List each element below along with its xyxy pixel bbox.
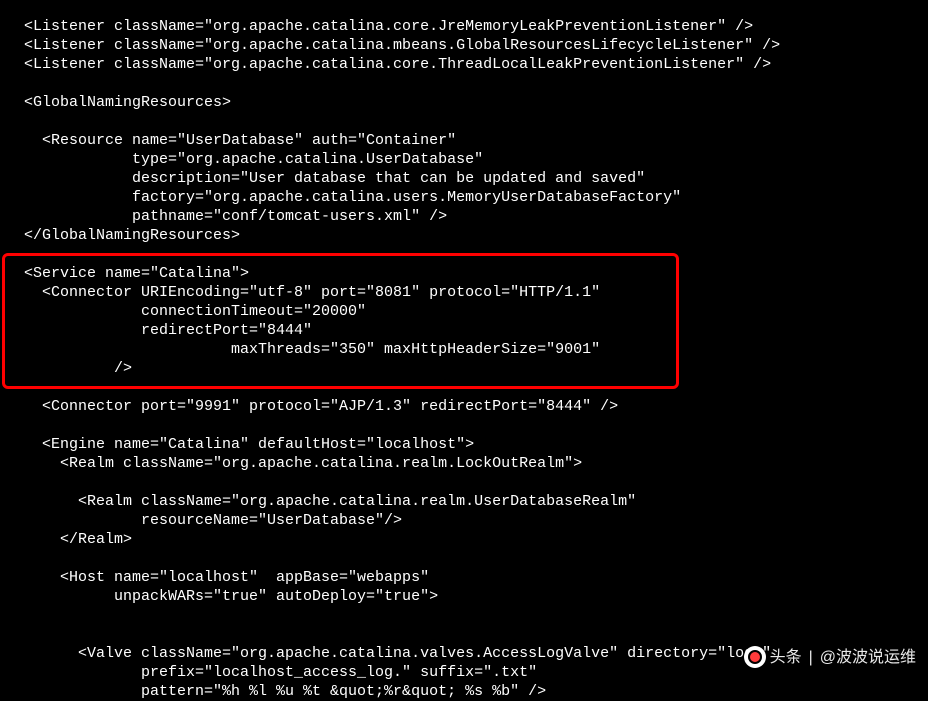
toutiao-icon xyxy=(744,646,766,668)
code-line: </GlobalNamingResources> xyxy=(24,227,240,244)
code-line: connectionTimeout="20000" xyxy=(24,303,366,320)
code-line: type="org.apache.catalina.UserDatabase" xyxy=(24,151,483,168)
code-line: <Realm className="org.apache.catalina.re… xyxy=(24,493,636,510)
code-line: <Listener className="org.apache.catalina… xyxy=(24,37,780,54)
code-line: <Realm className="org.apache.catalina.re… xyxy=(24,455,582,472)
code-line: unpackWARs="true" autoDeploy="true"> xyxy=(24,588,438,605)
code-line: <Listener className="org.apache.catalina… xyxy=(24,18,753,35)
code-line: <Resource name="UserDatabase" auth="Cont… xyxy=(24,132,456,149)
watermark-brand: 头条 xyxy=(770,648,802,667)
code-line: prefix="localhost_access_log." suffix=".… xyxy=(24,664,537,681)
code-line: <Listener className="org.apache.catalina… xyxy=(24,56,771,73)
code-line: <Connector port="9991" protocol="AJP/1.3… xyxy=(24,398,618,415)
code-line: /> xyxy=(24,360,132,377)
code-line: <Valve className="org.apache.catalina.va… xyxy=(24,645,771,662)
watermark: 头条 | @波波说运维 xyxy=(744,646,916,668)
code-line: </Realm> xyxy=(24,531,132,548)
code-line: description="User database that can be u… xyxy=(24,170,645,187)
code-line: <Service name="Catalina"> xyxy=(24,265,249,282)
code-line: pathname="conf/tomcat-users.xml" /> xyxy=(24,208,447,225)
code-line: redirectPort="8444" xyxy=(24,322,312,339)
code-line: <Connector URIEncoding="utf-8" port="808… xyxy=(24,284,600,301)
code-line: <Engine name="Catalina" defaultHost="loc… xyxy=(24,436,474,453)
code-line: pattern="%h %l %u %t &quot;%r&quot; %s %… xyxy=(24,683,546,700)
code-line: maxThreads="350" maxHttpHeaderSize="9001… xyxy=(24,341,600,358)
code-line: <Host name="localhost" appBase="webapps" xyxy=(24,569,429,586)
code-line: <GlobalNamingResources> xyxy=(24,94,231,111)
separator-icon: | xyxy=(809,648,813,667)
code-block: <Listener className="org.apache.catalina… xyxy=(24,17,928,701)
code-line: resourceName="UserDatabase"/> xyxy=(24,512,402,529)
watermark-author: @波波说运维 xyxy=(820,648,916,667)
code-line: factory="org.apache.catalina.users.Memor… xyxy=(24,189,681,206)
